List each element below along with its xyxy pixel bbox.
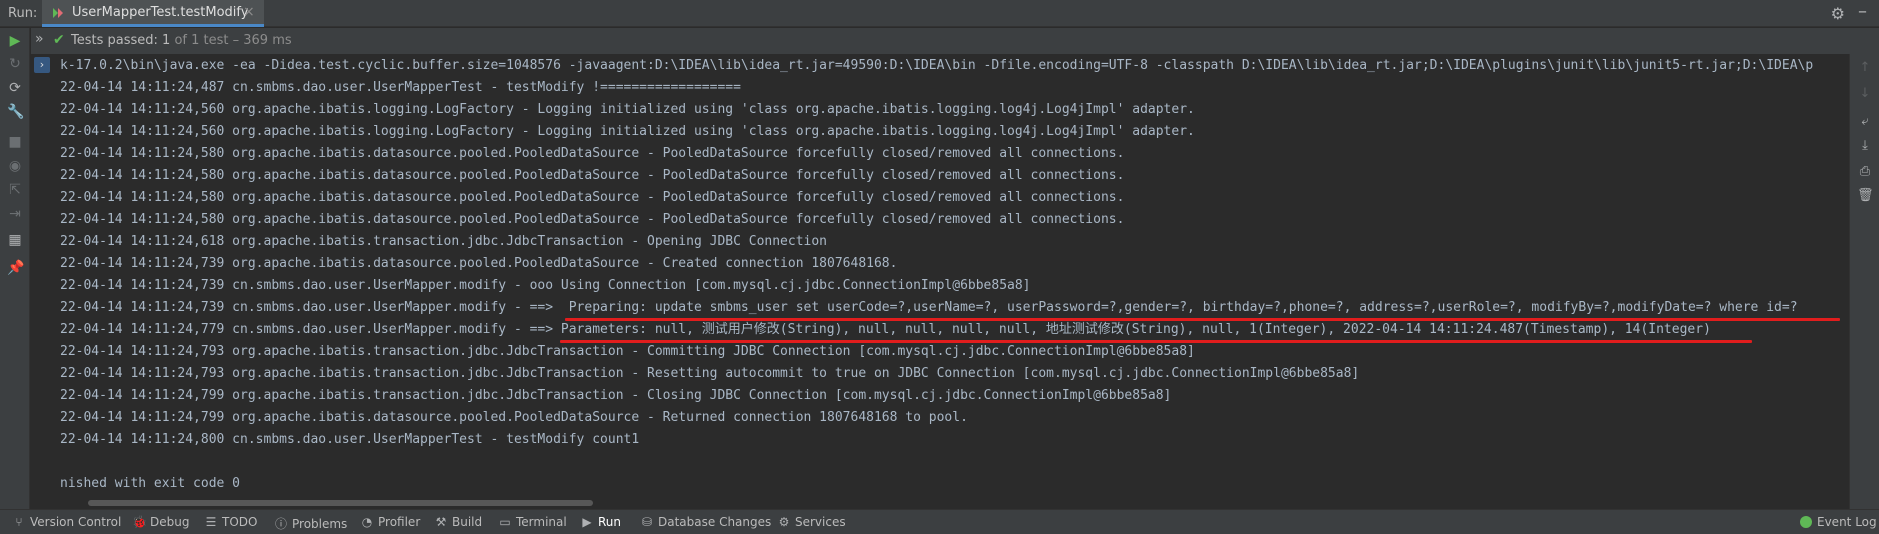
console-line: 22-04-14 14:11:24,799 org.apache.ibatis.… xyxy=(60,410,968,425)
tests-passed-text: Tests passed: 1 of 1 test – 369 ms xyxy=(71,33,292,48)
settings-wrench-icon[interactable]: 🔧 xyxy=(7,104,24,120)
tool-terminal[interactable]: ▭ Terminal xyxy=(498,515,566,529)
console-line: 22-04-14 14:11:24,580 org.apache.ibatis.… xyxy=(60,212,1125,227)
console-line: nished with exit code 0 xyxy=(60,476,241,491)
rerun-icon[interactable]: ▶ xyxy=(7,33,23,49)
version-control-icon: ⑂ xyxy=(15,515,23,529)
left-toolbar: ▶ ↻ ⟳ 🔧 ■ ◉ ⇱ ⇥ ▦ 📌 xyxy=(0,28,30,509)
gear-icon[interactable]: ⚙ xyxy=(1831,4,1845,23)
horizontal-scrollbar[interactable] xyxy=(88,500,593,506)
console-line-parameters: 22-04-14 14:11:24,779 cn.smbms.dao.user.… xyxy=(60,322,1711,337)
database-icon: ⛁ xyxy=(641,515,653,529)
tool-todo[interactable]: ☰ TODO xyxy=(204,515,258,529)
tool-window-header: Run: UserMapperTest.testModify × ⚙ – xyxy=(0,0,1879,27)
minimize-icon[interactable]: – xyxy=(1858,1,1867,22)
console-line: 22-04-14 14:11:24,580 org.apache.ibatis.… xyxy=(60,146,1125,161)
event-log-icon xyxy=(1800,516,1812,528)
tool-profiler[interactable]: ◔ Profiler xyxy=(360,515,421,529)
console-line: 22-04-14 14:11:24,739 org.apache.ibatis.… xyxy=(60,256,898,271)
collapse-tree-icon[interactable]: › xyxy=(34,57,50,73)
run-icon: ▶ xyxy=(582,515,592,529)
run-label: Run: xyxy=(8,6,38,21)
console-line: 22-04-14 14:11:24,560 org.apache.ibatis.… xyxy=(60,102,1195,117)
toggle-auto-test-icon[interactable]: ⟳ xyxy=(7,80,23,96)
problems-icon: ⓘ xyxy=(274,517,287,531)
scroll-to-end-icon[interactable]: ⤓ xyxy=(1857,138,1873,154)
console-line-preparing: 22-04-14 14:11:24,739 cn.smbms.dao.user.… xyxy=(60,300,1798,315)
tool-run[interactable]: ▶ Run xyxy=(580,515,621,529)
services-icon: ⚙ xyxy=(778,515,790,529)
annotation-underline-parameters xyxy=(560,340,1752,343)
tool-database-changes[interactable]: ⛁ Database Changes xyxy=(640,515,771,529)
down-arrow-icon[interactable]: ↓ xyxy=(1857,86,1873,102)
console-line: 22-04-14 14:11:24,487 cn.smbms.dao.user.… xyxy=(60,80,741,95)
tool-problems[interactable]: ⓘ Problems xyxy=(274,515,347,532)
tab-title: UserMapperTest.testModify xyxy=(72,5,249,20)
right-toolbar: ↑ ↓ ⤶ ⤓ ⎙ 🗑 xyxy=(1849,54,1879,509)
tool-debug[interactable]: 🐞 Debug xyxy=(132,515,189,529)
test-status-bar: » ✔ Tests passed: 1 of 1 test – 369 ms xyxy=(31,28,1879,54)
check-icon: ✔ xyxy=(53,32,65,48)
trash-icon[interactable]: 🗑 xyxy=(1857,188,1874,204)
test-tree-collapsed: › xyxy=(31,54,51,509)
camera-icon[interactable]: ◉ xyxy=(7,158,23,174)
soft-wrap-icon[interactable]: ⤶ xyxy=(1857,114,1873,130)
tool-services[interactable]: ⚙ Services xyxy=(777,515,846,529)
build-icon: ⚒ xyxy=(435,515,447,529)
terminal-icon: ▭ xyxy=(499,515,511,529)
console-line: 22-04-14 14:11:24,793 org.apache.ibatis.… xyxy=(60,344,1195,359)
console-line: 22-04-14 14:11:24,580 org.apache.ibatis.… xyxy=(60,190,1125,205)
stop-icon[interactable]: ■ xyxy=(7,134,23,150)
tab-usermappertest-testmodify[interactable]: UserMapperTest.testModify × xyxy=(42,0,264,27)
layout-icon[interactable]: ▦ xyxy=(7,232,23,248)
console-output[interactable]: k-17.0.2\bin\java.exe -ea -Didea.test.cy… xyxy=(60,56,1840,498)
console-line: 22-04-14 14:11:24,580 org.apache.ibatis.… xyxy=(60,168,1125,183)
up-arrow-icon[interactable]: ↑ xyxy=(1857,60,1873,76)
console-line: 22-04-14 14:11:24,739 cn.smbms.dao.user.… xyxy=(60,278,1031,293)
run-config-icon xyxy=(53,8,63,18)
console-line: 22-04-14 14:11:24,799 org.apache.ibatis.… xyxy=(60,388,1172,403)
restore-layout-icon[interactable]: ⇱ xyxy=(7,182,23,198)
tool-version-control[interactable]: ⑂ Version Control xyxy=(12,515,121,529)
exit-icon[interactable]: ⇥ xyxy=(7,206,23,222)
todo-icon: ☰ xyxy=(205,515,217,529)
expand-chevron-icon[interactable]: » xyxy=(35,31,44,47)
console-line: 22-04-14 14:11:24,800 cn.smbms.dao.user.… xyxy=(60,432,640,447)
tool-build[interactable]: ⚒ Build xyxy=(434,515,483,529)
profiler-icon: ◔ xyxy=(361,515,373,529)
annotation-underline-preparing xyxy=(565,318,1840,321)
console-line: 22-04-14 14:11:24,618 org.apache.ibatis.… xyxy=(60,234,828,249)
console-line: 22-04-14 14:11:24,793 org.apache.ibatis.… xyxy=(60,366,1360,381)
close-icon[interactable]: × xyxy=(243,4,255,20)
debug-icon: 🐞 xyxy=(132,515,147,529)
console-line: k-17.0.2\bin\java.exe -ea -Didea.test.cy… xyxy=(60,58,1814,73)
print-icon[interactable]: ⎙ xyxy=(1857,164,1873,180)
rerun-failed-icon[interactable]: ↻ xyxy=(7,56,23,72)
pin-icon[interactable]: 📌 xyxy=(7,260,24,276)
tool-event-log[interactable]: Event Log xyxy=(1800,515,1877,529)
bottom-tool-strip: ⑂ Version Control 🐞 Debug ☰ TODO ⓘ Problems … xyxy=(0,509,1879,534)
console-line: 22-04-14 14:11:24,560 org.apache.ibatis.… xyxy=(60,124,1195,139)
